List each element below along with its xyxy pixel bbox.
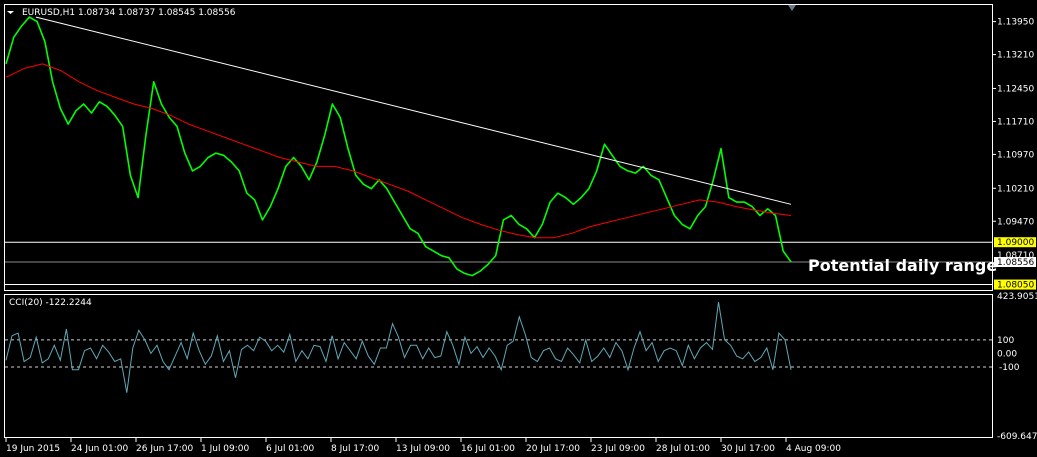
chart-window[interactable]: 1.13950 1.13210 1.12450 1.11710 1.10970 1.102… xyxy=(0,0,1037,457)
price-tick-label: 1.10970 xyxy=(997,150,1034,160)
time-tick-label: 30 Jul 17:00 xyxy=(721,444,775,454)
cci-tick-label: -609.6474 xyxy=(997,432,1037,442)
price-tick-label: 1.13210 xyxy=(997,51,1034,61)
symbol-info: EURUSD,H1 1.08734 1.08737 1.08545 1.0855… xyxy=(22,8,236,18)
price-tick-label: 1.09470 xyxy=(997,217,1034,227)
time-tick-label: 20 Jul 17:00 xyxy=(526,444,580,454)
time-tick-label: 8 Jul 17:00 xyxy=(331,444,380,454)
cci-tick-label: -100 xyxy=(999,363,1020,373)
cci-tick-label: 100 xyxy=(997,336,1014,346)
price-tick-label: 1.10210 xyxy=(997,184,1034,194)
price-tick-label: 1.13950 xyxy=(997,18,1034,28)
time-tick-label: 26 Jun 17:00 xyxy=(136,444,193,454)
chart-background xyxy=(0,0,1037,457)
level-tag-label: 1.09000 xyxy=(997,238,1034,248)
time-tick-label: 16 Jul 01:00 xyxy=(461,444,515,454)
price-tick-label: 1.12450 xyxy=(997,84,1034,94)
time-tick-label: 4 Aug 09:00 xyxy=(786,444,841,454)
potential-daily-range-label: Potential daily range xyxy=(808,256,997,275)
time-tick-label: 19 Jun 2015 xyxy=(6,444,60,454)
cci-tick-label: 423.9051 xyxy=(997,292,1037,302)
current-price-label: 1.08556 xyxy=(997,258,1034,268)
price-tick-label: 1.11710 xyxy=(997,117,1034,127)
indicator-info: CCI(20) -122.2244 xyxy=(9,298,92,308)
time-tick-label: 23 Jul 09:00 xyxy=(591,444,645,454)
cci-tick-label: 0.00 xyxy=(997,349,1017,359)
time-tick-label: 6 Jul 01:00 xyxy=(266,444,315,454)
time-tick-label: 28 Jul 01:00 xyxy=(656,444,710,454)
time-tick-label: 1 Jul 09:00 xyxy=(201,444,250,454)
time-tick-label: 13 Jul 09:00 xyxy=(396,444,450,454)
time-tick-label: 24 Jun 01:00 xyxy=(71,444,128,454)
level-tag-label: 1.08050 xyxy=(997,281,1034,291)
